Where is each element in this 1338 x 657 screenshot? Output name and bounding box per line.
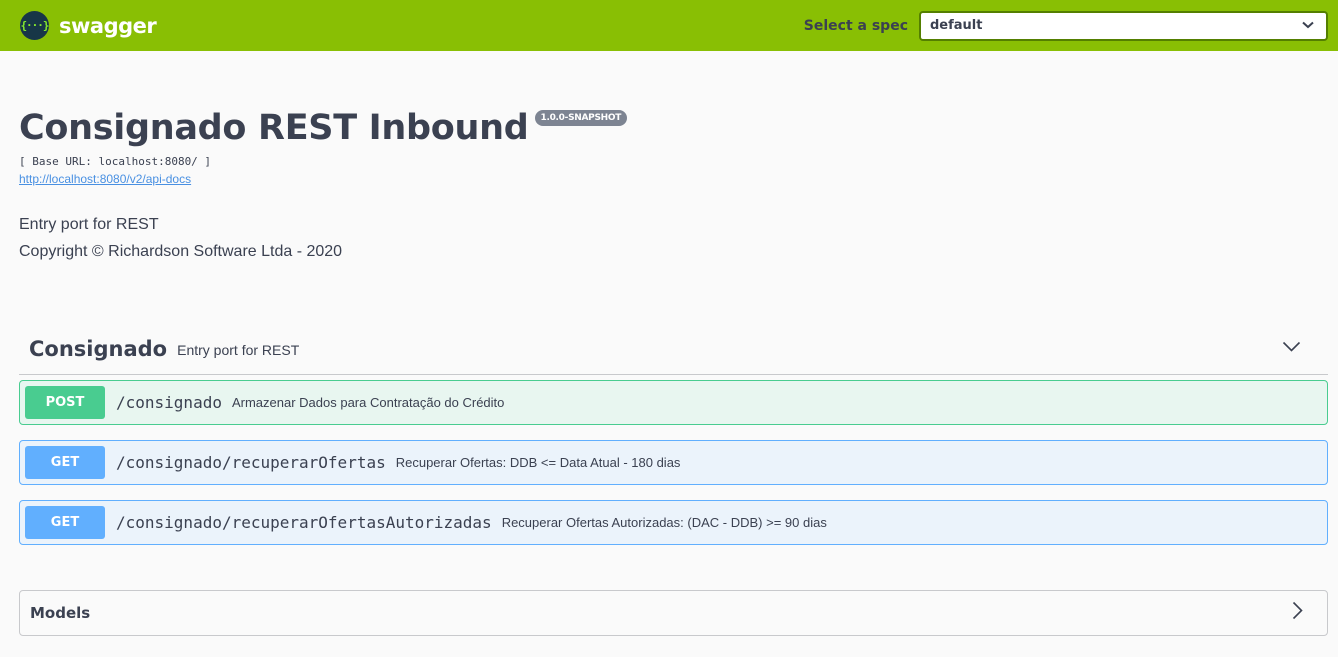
main-content: Consignado REST Inbound 1.0.0-SNAPSHOT [… [0, 104, 1338, 636]
operation-summary: Recuperar Ofertas: DDB <= Data Atual - 1… [395, 455, 681, 470]
base-url: [ Base URL: localhost:8080/ ] [19, 155, 212, 168]
operation-get-recuperar-ofertas-autorizadas[interactable]: GET /consignado/recuperarOfertasAutoriza… [19, 500, 1328, 545]
api-description: Entry port for REST Copyright © Richards… [19, 211, 1328, 265]
spec-select[interactable]: default [919, 10, 1328, 41]
api-docs-link[interactable]: http://localhost:8080/v2/api-docs [19, 172, 191, 186]
models-title: Models [30, 604, 91, 622]
description-line: Entry port for REST [19, 216, 159, 233]
operation-post-consignado[interactable]: POST /consignado Armazenar Dados para Co… [19, 380, 1328, 425]
tag-description: Entry port for REST [177, 342, 300, 358]
swagger-logo[interactable]: {···} swagger [20, 11, 157, 40]
tag-header-consignado[interactable]: Consignado Entry port for REST [19, 323, 1328, 375]
chevron-down-icon [1302, 18, 1314, 33]
operation-path: /consignado/recuperarOfertasAutorizadas [116, 513, 492, 532]
method-badge: GET [25, 506, 105, 539]
operation-path: /consignado [116, 393, 222, 412]
operations-list: POST /consignado Armazenar Dados para Co… [19, 380, 1328, 545]
page-title: Consignado REST Inbound [19, 108, 529, 148]
method-badge: GET [25, 446, 105, 479]
operation-get-recuperar-ofertas[interactable]: GET /consignado/recuperarOfertas Recuper… [19, 440, 1328, 485]
title-row: Consignado REST Inbound 1.0.0-SNAPSHOT [19, 104, 1328, 150]
tag-name: Consignado [29, 336, 168, 361]
description-line: Copyright © Richardson Software Ltda - 2… [19, 243, 343, 260]
spec-selector: Select a spec default [803, 10, 1328, 41]
method-badge: POST [25, 386, 105, 419]
spec-label: Select a spec [803, 17, 908, 34]
models-section[interactable]: Models [19, 590, 1328, 636]
chevron-down-icon[interactable] [1282, 340, 1301, 358]
operation-summary: Armazenar Dados para Contratação do Créd… [231, 395, 505, 410]
chevron-right-icon[interactable] [1292, 601, 1303, 625]
swagger-logo-icon: {···} [20, 11, 50, 40]
spec-selected-value: default [930, 18, 983, 33]
operation-summary: Recuperar Ofertas Autorizadas: (DAC - DD… [501, 515, 827, 530]
operation-path: /consignado/recuperarOfertas [116, 453, 386, 472]
swagger-logo-text: swagger [59, 13, 157, 38]
topbar: {···} swagger Select a spec default [0, 0, 1338, 51]
api-info: Consignado REST Inbound 1.0.0-SNAPSHOT [… [19, 104, 1328, 265]
version-badge: 1.0.0-SNAPSHOT [534, 110, 628, 126]
